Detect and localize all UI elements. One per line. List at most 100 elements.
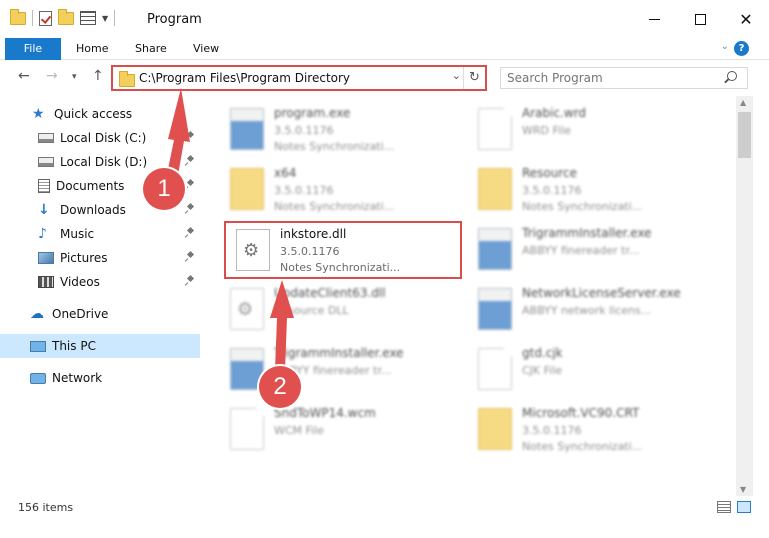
minimize-button[interactable] bbox=[631, 0, 677, 38]
pin-icon[interactable] bbox=[186, 180, 194, 190]
file-item[interactable]: NetworkLicenseServer.exe ABBYY network l… bbox=[468, 282, 708, 338]
folder-icon bbox=[230, 168, 264, 210]
tab-share[interactable]: Share bbox=[135, 38, 167, 60]
refresh-icon[interactable]: ↻ bbox=[463, 67, 485, 89]
up-arrow-icon[interactable]: ↑ bbox=[92, 68, 104, 84]
sidebar-item-label: Videos bbox=[60, 275, 100, 289]
properties-icon[interactable] bbox=[80, 11, 96, 25]
pictures-icon bbox=[38, 252, 54, 264]
pin-icon[interactable] bbox=[186, 132, 194, 142]
search-box[interactable] bbox=[500, 67, 748, 89]
close-button[interactable]: ✕ bbox=[723, 0, 769, 38]
sidebar-item-label: OneDrive bbox=[52, 307, 109, 321]
file-version: 3.5.0.1176 bbox=[280, 245, 340, 258]
large-icons-view-icon[interactable] bbox=[737, 501, 751, 513]
pin-icon[interactable] bbox=[186, 276, 194, 286]
help-icon[interactable]: ? bbox=[734, 41, 749, 56]
pin-icon[interactable] bbox=[186, 156, 194, 166]
file-version: Resource DLL bbox=[274, 304, 349, 317]
search-icon[interactable] bbox=[727, 71, 737, 81]
sidebar-item-label: This PC bbox=[52, 339, 96, 353]
sidebar-item-label: Downloads bbox=[60, 203, 126, 217]
new-folder-icon[interactable] bbox=[58, 8, 74, 25]
file-item[interactable]: Arabic.wrd WRD File bbox=[468, 102, 708, 158]
file-item[interactable]: x64 3.5.0.1176 Notes Synchronizati... bbox=[220, 162, 460, 218]
tab-view[interactable]: View bbox=[193, 38, 219, 60]
maximize-button[interactable] bbox=[677, 0, 723, 38]
pin-icon[interactable] bbox=[186, 228, 194, 238]
file-name: gtd.cjk bbox=[522, 346, 563, 360]
pin-icon[interactable] bbox=[186, 252, 194, 262]
quick-access-toolbar: ▼ bbox=[10, 8, 116, 26]
tab-file[interactable]: File bbox=[5, 38, 61, 60]
file-icon bbox=[478, 108, 512, 150]
tab-home[interactable]: Home bbox=[76, 38, 108, 60]
sidebar-item-label: Local Disk (D:) bbox=[60, 155, 148, 169]
sidebar-item-this-pc[interactable]: This PC bbox=[0, 334, 200, 358]
sidebar-item-quick-access[interactable]: ★ Quick access bbox=[0, 102, 200, 126]
pin-icon[interactable] bbox=[186, 204, 194, 214]
recent-chevron-down-icon[interactable]: ▾ bbox=[72, 72, 77, 82]
file-name: TrigrammInstaller.exe bbox=[522, 226, 652, 240]
file-icon bbox=[478, 348, 512, 390]
properties-check-icon[interactable] bbox=[39, 10, 52, 26]
address-bar[interactable]: C:\Program Files\Program Directory ⌄ ↻ bbox=[111, 65, 487, 91]
file-description: Notes Synchronizati... bbox=[280, 261, 401, 274]
title-bar: ▼ Program ✕ bbox=[0, 0, 769, 38]
sidebar-item-label: Pictures bbox=[60, 251, 108, 265]
scroll-up-icon[interactable]: ▲ bbox=[740, 98, 746, 107]
divider bbox=[32, 10, 33, 26]
file-name: program.exe bbox=[274, 106, 351, 120]
file-item[interactable]: gtd.cjk CJK File bbox=[468, 342, 708, 398]
vertical-scrollbar[interactable]: ▲ ▼ bbox=[736, 96, 753, 496]
back-arrow-icon[interactable]: ← bbox=[18, 68, 30, 84]
sidebar-item-local-disk-c[interactable]: Local Disk (C:) bbox=[0, 126, 200, 150]
sidebar-item-music[interactable]: ♪ Music bbox=[0, 222, 200, 246]
sidebar-item-label: Local Disk (C:) bbox=[60, 131, 147, 145]
details-view-icon[interactable] bbox=[717, 501, 731, 513]
sidebar-item-onedrive[interactable]: ☁ OneDrive bbox=[0, 302, 200, 326]
file-version: 3.5.0.1176 bbox=[274, 184, 334, 197]
dll-gear-icon bbox=[230, 288, 264, 330]
folder-icon bbox=[478, 168, 512, 210]
file-item-highlighted[interactable]: inkstore.dll 3.5.0.1176 Notes Synchroniz… bbox=[224, 221, 462, 279]
file-item[interactable]: Resource 3.5.0.1176 Notes Synchronizati.… bbox=[468, 162, 708, 218]
file-icon bbox=[230, 408, 264, 450]
sidebar-item-label: Music bbox=[60, 227, 95, 241]
expand-ribbon-chevron-down-icon[interactable]: ⌄ bbox=[721, 41, 729, 52]
file-name: Microsoft.VC90.CRT bbox=[522, 406, 640, 420]
customize-toolbar-chevron-down-icon[interactable]: ▼ bbox=[102, 14, 108, 23]
file-item[interactable]: TrigrammInstaller.exe ABBYY finereader t… bbox=[220, 342, 460, 398]
file-item[interactable]: Microsoft.VC90.CRT 3.5.0.1176 Notes Sync… bbox=[468, 402, 708, 458]
close-icon: ✕ bbox=[739, 9, 753, 29]
address-path[interactable]: C:\Program Files\Program Directory bbox=[139, 71, 350, 85]
sidebar-item-label: Documents bbox=[56, 179, 125, 193]
sidebar-item-pictures[interactable]: Pictures bbox=[0, 246, 200, 270]
item-count: 156 items bbox=[18, 501, 74, 514]
divider bbox=[114, 10, 116, 26]
file-name: inkstore.dll bbox=[280, 227, 347, 241]
file-item[interactable]: SndToWP14.wcm WCM File bbox=[220, 402, 460, 458]
address-chevron-down-icon[interactable]: ⌄ bbox=[452, 69, 461, 82]
maximize-icon bbox=[694, 13, 706, 25]
view-switcher bbox=[717, 501, 751, 513]
forward-arrow-icon[interactable]: → bbox=[46, 68, 58, 84]
file-item[interactable]: program.exe 3.5.0.1176 Notes Synchroniza… bbox=[220, 102, 460, 158]
cloud-icon: ☁ bbox=[30, 306, 44, 322]
file-version: ABBYY finereader tr... bbox=[522, 244, 640, 257]
scrollbar-thumb[interactable] bbox=[738, 112, 751, 158]
file-name: SndToWP14.wcm bbox=[274, 406, 376, 420]
navigation-bar: ← → ▾ ↑ C:\Program Files\Program Directo… bbox=[0, 60, 769, 96]
sidebar-item-videos[interactable]: Videos bbox=[0, 270, 200, 294]
file-item[interactable]: TrigrammInstaller.exe ABBYY finereader t… bbox=[468, 222, 708, 278]
search-input[interactable] bbox=[507, 70, 717, 86]
documents-icon bbox=[38, 179, 50, 193]
folder-icon bbox=[119, 71, 135, 87]
sidebar-item-network[interactable]: Network bbox=[0, 366, 200, 390]
file-item[interactable]: UpdateClient63.dll Resource DLL bbox=[220, 282, 460, 338]
file-version: 3.5.0.1176 bbox=[522, 184, 582, 197]
scroll-down-icon[interactable]: ▼ bbox=[740, 485, 746, 494]
file-version: 3.5.0.1176 bbox=[274, 124, 334, 137]
file-version: WRD File bbox=[522, 124, 571, 137]
folder-icon bbox=[478, 408, 512, 450]
